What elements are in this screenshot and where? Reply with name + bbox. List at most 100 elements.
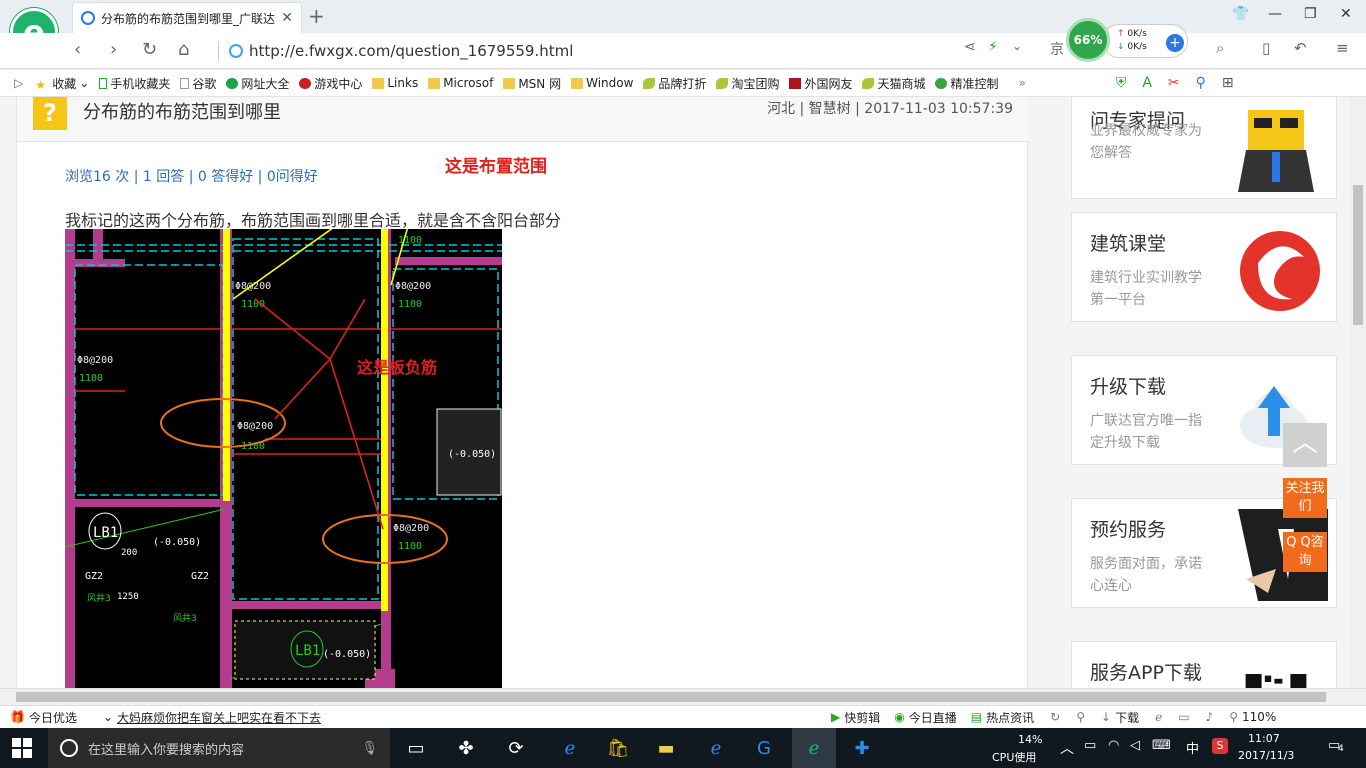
- accelerate-plus-icon[interactable]: +: [1166, 34, 1184, 52]
- undo-icon[interactable]: ↶: [1294, 39, 1307, 57]
- cad-drawing-image[interactable]: Φ8@200 Φ8@200 Φ8@200 Φ8@200 Φ8@200 1100 …: [65, 229, 502, 688]
- clock-time[interactable]: 11:07: [1248, 732, 1280, 745]
- task-view-icon[interactable]: ▭: [402, 734, 430, 762]
- ime-indicator[interactable]: 中: [1186, 738, 1199, 757]
- minimize-button[interactable]: —: [1268, 6, 1282, 22]
- bookmark-google[interactable]: 谷歌: [180, 75, 216, 92]
- bookmark-tmall[interactable]: 天猫商城: [862, 75, 925, 92]
- sogou-icon[interactable]: S: [1212, 738, 1228, 754]
- url-text[interactable]: http://e.fwxgx.com/question_1679559.html: [249, 42, 573, 60]
- lightning-icon[interactable]: ⚡: [988, 39, 998, 55]
- sidebar-toggle-icon[interactable]: ▷: [14, 76, 23, 90]
- jd-label[interactable]: 京: [1050, 39, 1064, 59]
- sound-icon[interactable]: ♪: [1206, 710, 1214, 724]
- speed-monitor[interactable]: ↑ 0K/s ↓ 0K/s 66% +: [1066, 18, 1190, 64]
- window-icon[interactable]: ▭: [1178, 710, 1189, 724]
- pin-icon[interactable]: ⚲: [1076, 710, 1085, 724]
- bookmark-precise[interactable]: 精准控制: [935, 75, 999, 92]
- browser-taskbar-icon[interactable]: ℯ: [792, 728, 836, 768]
- maximize-button[interactable]: ❐: [1304, 6, 1317, 22]
- swirl-app-icon[interactable]: ⟳: [502, 734, 530, 762]
- cad-label: Φ8@200: [235, 281, 271, 292]
- browser-e-icon[interactable]: ℯ: [1155, 710, 1162, 724]
- today-live[interactable]: ◉ 今日直播: [894, 709, 957, 726]
- horizontal-scroll-thumb[interactable]: [16, 692, 1326, 702]
- bookmark-taobao[interactable]: 淘宝团购: [716, 75, 779, 92]
- news-text[interactable]: 大妈麻烦你把车窗关上吧实在看不下去: [117, 709, 321, 726]
- bookmark-microsoft[interactable]: Microsof: [428, 76, 493, 90]
- play-icon: ▶: [831, 710, 841, 724]
- notification-icon[interactable]: ▭ 4: [1328, 738, 1344, 754]
- bookmark-windows[interactable]: Window: [571, 76, 633, 90]
- translate-icon[interactable]: A: [1142, 75, 1152, 91]
- chevron-down-icon[interactable]: ⌄: [1012, 39, 1022, 53]
- bookmark-hao[interactable]: 网址大全: [226, 75, 289, 92]
- card-ask-expert[interactable]: 问专家提问 业界最权威专家为您解答: [1071, 97, 1337, 199]
- search-icon[interactable]: ⌕: [1216, 39, 1224, 57]
- bookmark-foreign[interactable]: 外国网友: [789, 75, 852, 92]
- clock-date[interactable]: 2017/11/3: [1238, 749, 1294, 762]
- reload-button[interactable]: ↻: [142, 39, 157, 60]
- store-icon[interactable]: 🛍: [604, 734, 632, 762]
- skin-icon[interactable]: 👕: [1232, 6, 1249, 22]
- horizontal-scrollbar[interactable]: [0, 688, 1366, 705]
- zoom-control[interactable]: ⚲ 110%: [1229, 710, 1276, 724]
- mobile-icon[interactable]: ▯: [1262, 39, 1270, 57]
- tab-close-icon[interactable]: ✕: [281, 10, 293, 26]
- memory-usage-circle[interactable]: 66%: [1066, 18, 1110, 62]
- wifi-icon[interactable]: ◠: [1108, 738, 1119, 753]
- back-button[interactable]: ‹: [74, 39, 81, 60]
- menu-icon[interactable]: ≡: [1336, 39, 1349, 57]
- address-bar[interactable]: http://e.fwxgx.com/question_1679559.html: [218, 37, 958, 65]
- microphone-icon[interactable]: 🎙: [361, 741, 378, 756]
- volume-icon[interactable]: ◁: [1130, 738, 1140, 753]
- forward-button[interactable]: ›: [110, 39, 117, 60]
- ie-icon[interactable]: ℯ: [702, 734, 730, 762]
- share-icon[interactable]: ⋖: [964, 39, 976, 55]
- tray-expand-icon[interactable]: ︿: [1060, 738, 1074, 758]
- bookmark-msn[interactable]: MSN 网: [503, 75, 561, 92]
- card-app-download[interactable]: 服务APP下载: [1071, 641, 1337, 688]
- bookmark-links[interactable]: Links: [372, 76, 418, 90]
- back-to-top-button[interactable]: ︿: [1283, 423, 1327, 467]
- app-plus-icon[interactable]: ✚: [848, 734, 876, 762]
- follow-us-button[interactable]: 关注我们: [1283, 478, 1327, 518]
- news-ticker[interactable]: ⌄ 大妈麻烦你把车窗关上吧实在看不下去: [103, 709, 321, 726]
- qq-consult-button[interactable]: Q Q咨询: [1283, 532, 1327, 572]
- bookmark-label: 谷歌: [192, 76, 217, 91]
- file-explorer-icon[interactable]: ▬: [652, 734, 680, 762]
- downloads[interactable]: ↓ 下载: [1101, 709, 1139, 726]
- bookmarks-bar: ▷ ★ 收藏 ⌄ 手机收藏夹 谷歌 网址大全 游戏中心 Links Microsof…: [0, 70, 1366, 97]
- shield-icon[interactable]: ⛨: [1116, 75, 1127, 91]
- windows-start-icon[interactable]: [12, 738, 32, 758]
- game-icon: [299, 77, 312, 89]
- bookmark-brand[interactable]: 品牌打折: [643, 75, 706, 92]
- close-window-button[interactable]: ✕: [1340, 6, 1352, 22]
- card-subtitle: 广联达官方唯一指定升级下载: [1090, 413, 1202, 451]
- fan-app-icon[interactable]: ✤: [452, 734, 480, 762]
- glodon-app-icon[interactable]: G: [750, 734, 778, 762]
- bookmark-games[interactable]: 游戏中心: [299, 75, 362, 92]
- home-button[interactable]: ⌂: [178, 39, 189, 60]
- vertical-scrollbar[interactable]: [1350, 97, 1366, 688]
- browser-tab[interactable]: 分布筋的布筋范围到哪里_广联达 ✕: [72, 2, 302, 33]
- taskbar-search[interactable]: 在这里输入你要搜索的内容 🎙: [48, 728, 390, 768]
- edge-icon[interactable]: ℯ: [556, 734, 584, 762]
- bookmark-mobile[interactable]: 手机收藏夹: [99, 75, 170, 92]
- hot-news[interactable]: ▤ 热点资讯: [971, 709, 1034, 726]
- cad-label: 风井3: [173, 612, 197, 624]
- keyboard-icon[interactable]: ⌨: [1152, 738, 1171, 753]
- bookmark-favorites[interactable]: ★ 收藏 ⌄: [35, 75, 89, 92]
- vertical-scroll-thumb[interactable]: [1353, 185, 1363, 325]
- card-building-class[interactable]: 建筑课堂 建筑行业实训教学第一平台: [1071, 212, 1337, 322]
- refresh-icon[interactable]: ↻: [1050, 710, 1060, 724]
- new-tab-button[interactable]: +: [308, 4, 325, 28]
- scissors-icon[interactable]: ✂: [1168, 75, 1180, 91]
- battery-icon[interactable]: ▭: [1084, 738, 1096, 753]
- more-bookmarks-icon[interactable]: »: [1019, 76, 1026, 90]
- grid-icon[interactable]: ⊞: [1222, 75, 1234, 91]
- today-picks[interactable]: 🎁 今日优选: [10, 709, 77, 726]
- magnifier-icon[interactable]: ⚲: [1196, 75, 1206, 91]
- quick-clip[interactable]: ▶ 快剪辑: [831, 709, 880, 726]
- question-stats[interactable]: 浏览16 次 | 1 回答 | 0 答得好 | 0问得好: [65, 166, 318, 186]
